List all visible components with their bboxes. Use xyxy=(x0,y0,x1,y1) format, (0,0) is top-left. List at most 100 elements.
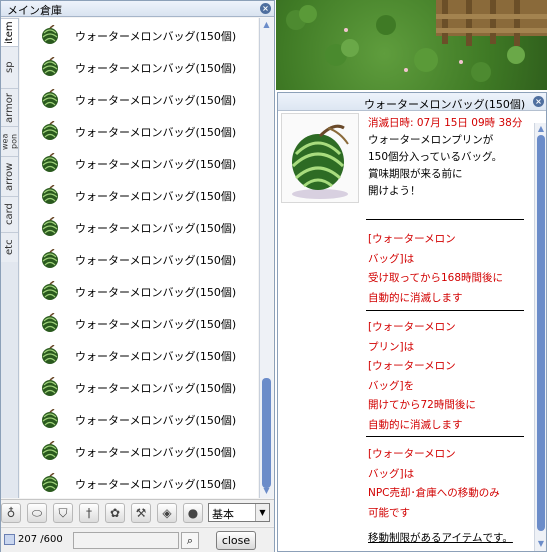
sword-icon[interactable]: † xyxy=(79,503,99,523)
scrollbar-thumb[interactable] xyxy=(537,135,545,531)
notice-line: 可能です xyxy=(368,506,410,519)
category-select-value: 基本 xyxy=(212,508,234,521)
orb-icon[interactable]: ● xyxy=(183,503,203,523)
gear-icon[interactable]: ✿ xyxy=(105,503,125,523)
storage-book-icon xyxy=(4,534,15,545)
item-name: ウォーターメロンバッグ(150個) xyxy=(75,62,237,75)
tab-armor[interactable]: armor xyxy=(1,88,18,126)
item-name: ウォーターメロンバッグ(150個) xyxy=(75,190,237,203)
item-info-titlebar[interactable]: ウォーターメロンバッグ(150個) × xyxy=(278,93,546,111)
notice-line: [ウォーターメロン xyxy=(368,360,456,372)
list-item[interactable]: ウォーターメロンバッグ(150個) xyxy=(20,51,258,83)
armor-icon[interactable]: ⛉ xyxy=(53,503,73,523)
watermelon-bag-image xyxy=(291,124,349,199)
description-line: ウォーターメロンプリンが xyxy=(368,134,494,146)
list-item[interactable]: ウォーターメロンバッグ(150個) xyxy=(20,435,258,467)
clover-field-image xyxy=(286,0,547,82)
chevron-down-icon[interactable]: ▼ xyxy=(255,504,269,521)
tab-arrow[interactable]: arrow xyxy=(1,156,18,196)
item-name: ウォーターメロンバッグ(150個) xyxy=(75,446,237,459)
notice-line: バッグ]を xyxy=(368,379,415,392)
watermelon-bag-icon xyxy=(42,185,58,204)
storage-close-icon[interactable]: × xyxy=(260,3,271,14)
notice-line: [ウォーターメロン xyxy=(368,233,456,245)
scrollbar-thumb[interactable] xyxy=(262,378,271,488)
watermelon-bag-icon xyxy=(42,121,58,140)
item-image-frame xyxy=(281,113,359,203)
notice-line: NPC売却･倉庫への移動のみ xyxy=(368,487,500,499)
list-item[interactable]: ウォーターメロンバッグ(150個) xyxy=(20,371,258,403)
tab-item[interactable]: item xyxy=(1,18,18,46)
item-list: ウォーターメロンバッグ(150個) ウォーターメロンバッグ(150個) ウォータ… xyxy=(20,18,258,498)
divider xyxy=(366,436,524,437)
item-name: ウォーターメロンバッグ(150個) xyxy=(75,222,237,235)
tab-card[interactable]: card xyxy=(1,196,18,232)
item-name: ウォーターメロンバッグ(150個) xyxy=(75,286,237,299)
scroll-up-icon[interactable]: ▲ xyxy=(262,20,271,29)
watermelon-bag-icon xyxy=(42,57,58,76)
notice-block-2: [ウォーターメロン プリン]は [ウォーターメロン バッグ]を 開けてから72時… xyxy=(368,318,528,435)
notice-block-3: [ウォーターメロン バッグ]は NPC売却･倉庫への移動のみ 可能です xyxy=(368,445,528,523)
item-name: ウォーターメロンバッグ(150個) xyxy=(75,94,237,107)
scroll-down-icon[interactable]: ▼ xyxy=(536,539,546,549)
diamond-icon[interactable]: ◈ xyxy=(157,503,177,523)
item-info-title: ウォーターメロンバッグ(150個) xyxy=(364,98,526,111)
list-item[interactable]: ウォーターメロンバッグ(150個) xyxy=(20,275,258,307)
storage-titlebar[interactable]: メイン倉庫 × xyxy=(1,1,274,17)
tab-sp[interactable]: sp xyxy=(1,46,18,88)
item-info-window: ウォーターメロンバッグ(150個) × 消滅日時: 07月 15日 09時 38… xyxy=(277,92,547,552)
item-name: ウォーターメロンバッグ(150個) xyxy=(75,126,237,139)
list-item[interactable]: ウォーターメロンバッグ(150個) xyxy=(20,403,258,435)
description-line: 開けよう！ xyxy=(368,185,421,197)
move-restriction-note: 移動制限があるアイテムです。 xyxy=(368,532,513,544)
watermelon-bag-icon xyxy=(42,345,58,364)
item-info-scrollbar[interactable]: ▲ ▼ xyxy=(534,123,546,551)
watermelon-bag-icon xyxy=(42,409,58,428)
search-icon[interactable]: ⌕ xyxy=(181,532,199,549)
item-list-scrollbar[interactable]: ▲ ▼ xyxy=(259,18,273,498)
notice-line: [ウォーターメロン xyxy=(368,448,456,460)
notice-line: バッグ]は xyxy=(368,467,415,480)
watermelon-bag-icon xyxy=(42,473,58,492)
list-item[interactable]: ウォーターメロンバッグ(150個) xyxy=(20,211,258,243)
notice-line: 受け取ってから168時間後に xyxy=(368,272,504,284)
list-item[interactable]: ウォーターメロンバッグ(150個) xyxy=(20,83,258,115)
item-name: ウォーターメロンバッグ(150個) xyxy=(75,414,237,427)
item-info-close-icon[interactable]: × xyxy=(533,96,544,107)
list-item[interactable]: ウォーターメロンバッグ(150個) xyxy=(20,307,258,339)
search-input[interactable] xyxy=(73,532,179,549)
close-button[interactable]: close xyxy=(216,531,256,550)
item-name: ウォーターメロンバッグ(150個) xyxy=(75,478,237,491)
tools-icon[interactable]: ⚒ xyxy=(131,503,151,523)
tab-etc[interactable]: etc xyxy=(1,232,18,262)
potion-icon[interactable]: ♁ xyxy=(1,503,21,523)
list-item[interactable]: ウォーターメロンバッグ(150個) xyxy=(20,339,258,371)
watermelon-bag-icon xyxy=(42,377,58,396)
category-select[interactable]: 基本 ▼ xyxy=(208,503,270,522)
disc-icon[interactable]: ⬭ xyxy=(27,503,47,523)
notice-line: [ウォーターメロン xyxy=(368,321,456,333)
watermelon-bag-icon xyxy=(42,313,58,332)
watermelon-bag-icon xyxy=(42,89,58,108)
watermelon-bag-icon xyxy=(42,441,58,460)
list-item[interactable]: ウォーターメロンバッグ(150個) xyxy=(20,243,258,275)
item-name: ウォーターメロンバッグ(150個) xyxy=(75,318,237,331)
list-item[interactable]: ウォーターメロンバッグ(150個) xyxy=(20,467,258,498)
game-scene xyxy=(276,0,547,90)
scroll-up-icon[interactable]: ▲ xyxy=(536,124,546,134)
notice-block-1: [ウォーターメロン バッグ]は 受け取ってから168時間後に 自動的に消滅します xyxy=(368,230,528,308)
notice-line: プリン]は xyxy=(368,340,415,353)
list-item[interactable]: ウォーターメロンバッグ(150個) xyxy=(20,115,258,147)
list-item[interactable]: ウォーターメロンバッグ(150個) xyxy=(20,19,258,51)
tab-weapon[interactable]: wea pon xyxy=(1,126,19,156)
list-item[interactable]: ウォーターメロンバッグ(150個) xyxy=(20,147,258,179)
storage-count: 207 /600 xyxy=(18,534,63,545)
scroll-down-icon[interactable]: ▼ xyxy=(262,486,271,495)
watermelon-bag-icon xyxy=(42,281,58,300)
storage-window: メイン倉庫 × item sp armor wea pon arrow card… xyxy=(0,0,275,552)
notice-line: 自動的に消滅します xyxy=(368,418,463,431)
item-name: ウォーターメロンバッグ(150個) xyxy=(75,382,237,395)
list-item[interactable]: ウォーターメロンバッグ(150個) xyxy=(20,179,258,211)
item-description: 消滅日時: 07月 15日 09時 38分 ウォーターメロンプリンが 150個分… xyxy=(368,115,528,200)
watermelon-bag-icon xyxy=(42,25,58,44)
